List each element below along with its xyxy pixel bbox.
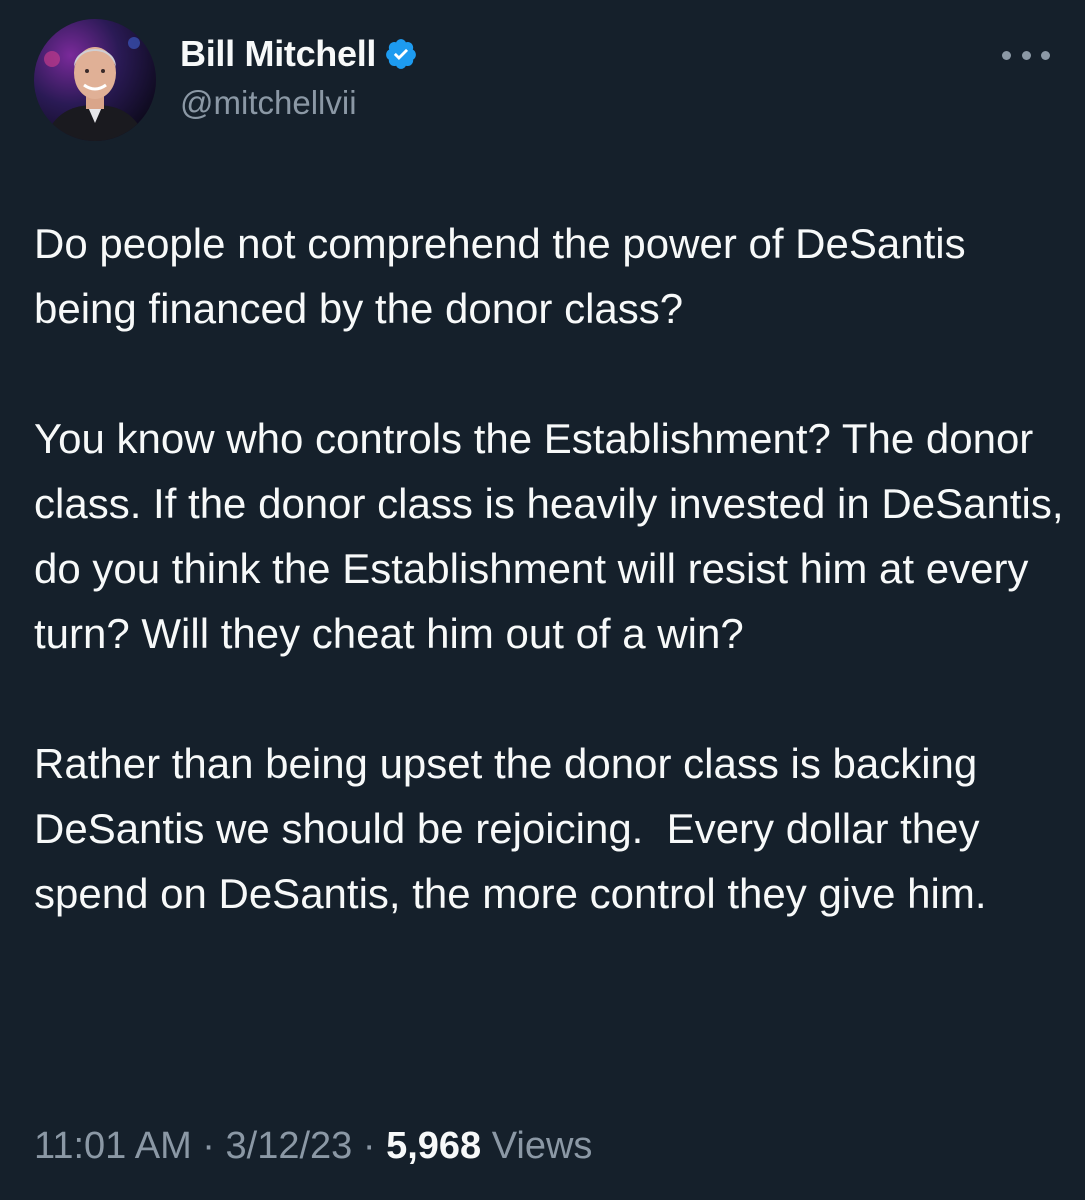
more-horizontal-icon (1002, 50, 1011, 60)
tweet-time[interactable]: 11:01 AM (34, 1125, 192, 1167)
views-count[interactable]: 5,968 (386, 1125, 481, 1167)
avatar-image (34, 19, 156, 141)
tweet-text: Do people not comprehend the power of De… (34, 211, 1064, 926)
tweet-metadata: 11:01 AM · 3/12/23 · 5,968 Views (34, 1118, 592, 1174)
verified-badge-icon[interactable] (384, 37, 418, 71)
tweet-paragraph: Do people not comprehend the power of De… (34, 220, 978, 332)
views-label: Views (491, 1125, 593, 1167)
meta-separator: · (191, 1125, 226, 1167)
author-handle[interactable]: @mitchellvii (180, 84, 357, 122)
more-options-button[interactable] (1002, 38, 1050, 72)
more-horizontal-icon (1041, 50, 1050, 60)
tweet-paragraph: You know who controls the Establishment?… (34, 415, 1076, 657)
author-name-row[interactable]: Bill Mitchell (180, 32, 418, 76)
more-horizontal-icon (1021, 50, 1031, 60)
meta-separator: · (352, 1125, 387, 1167)
tweet-date[interactable]: 3/12/23 (226, 1125, 353, 1167)
avatar[interactable] (34, 19, 156, 141)
display-name[interactable]: Bill Mitchell (180, 33, 376, 75)
tweet-paragraph: Rather than being upset the donor class … (34, 740, 992, 917)
